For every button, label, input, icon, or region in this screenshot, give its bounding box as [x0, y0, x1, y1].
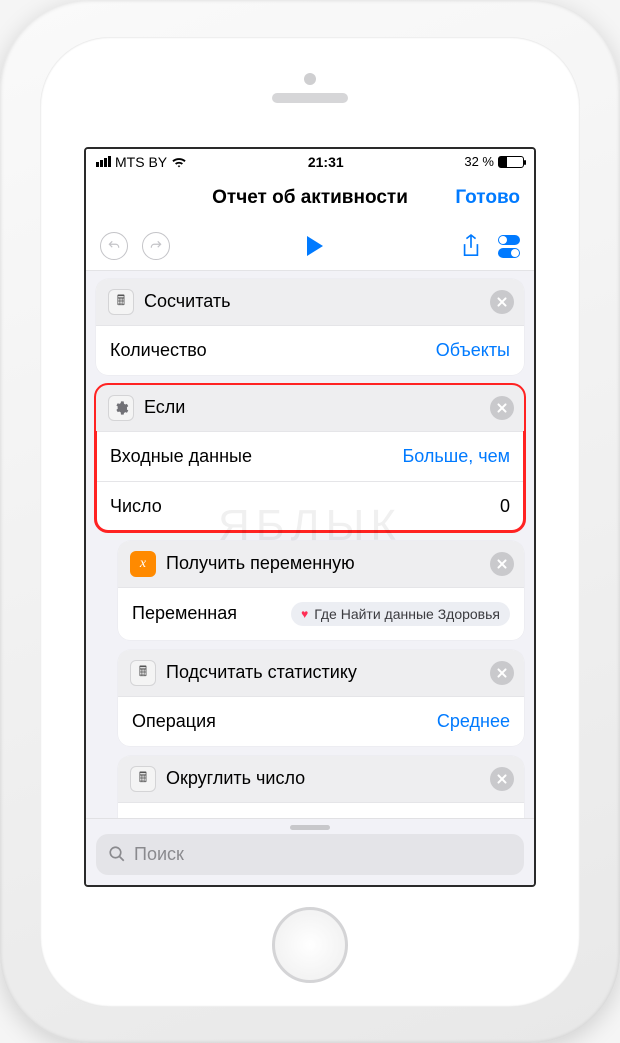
play-button[interactable] [307, 236, 323, 256]
toolbar [86, 223, 534, 271]
action-title: Получить переменную [166, 553, 355, 574]
param-label: Переменная [132, 603, 237, 624]
calculator-icon: 🖩 [130, 766, 156, 792]
front-camera [304, 73, 316, 85]
signal-icon [96, 156, 111, 167]
param-label: Число [110, 496, 162, 517]
drag-handle[interactable] [290, 825, 330, 830]
param-value[interactable]: Среднее [437, 711, 510, 732]
action-title: Если [144, 397, 185, 418]
battery-icon [498, 156, 524, 168]
settings-toggle-button[interactable] [498, 235, 520, 258]
page-title: Отчет об активности [212, 187, 408, 209]
heart-icon: ♥ [301, 607, 308, 621]
share-button[interactable] [460, 233, 482, 259]
undo-button[interactable] [100, 232, 128, 260]
param-label: Операция [132, 711, 216, 732]
delete-action-button[interactable] [490, 661, 514, 685]
speaker-grille [272, 93, 348, 103]
action-card-get-variable[interactable]: x Получить переменную Переменная ♥ Где На… [118, 541, 524, 640]
gear-icon [108, 395, 134, 421]
action-title: Округлить число [166, 768, 305, 789]
param-value[interactable]: Объекты [436, 340, 510, 361]
param-value[interactable]: 0 [500, 496, 510, 517]
search-input[interactable]: Поиск [96, 834, 524, 875]
action-card-count[interactable]: 🖩 Сосчитать Количество Объекты [96, 279, 524, 375]
param-value[interactable]: Цифры после запятой [324, 817, 510, 818]
carrier-label: MTS BY [115, 154, 167, 170]
status-bar: MTS BY 21:31 32 % [86, 149, 534, 175]
param-label: Количество [110, 340, 207, 361]
delete-action-button[interactable] [490, 290, 514, 314]
home-button[interactable] [272, 907, 348, 983]
action-title: Подсчитать статистику [166, 662, 357, 683]
variable-icon: x [130, 551, 156, 577]
action-card-statistics[interactable]: 🖩 Подсчитать статистику Операция Среднее [118, 650, 524, 746]
param-label: Округлить [132, 817, 217, 818]
bottom-sheet[interactable]: Поиск [86, 818, 534, 885]
nav-header: Отчет об активности Готово [86, 175, 534, 223]
search-icon [108, 845, 126, 863]
phone-chassis: MTS BY 21:31 32 % Отчет об активности Го… [0, 0, 620, 1043]
search-placeholder: Поиск [134, 844, 184, 865]
redo-button[interactable] [142, 232, 170, 260]
battery-percent: 32 % [464, 154, 494, 169]
status-left: MTS BY [96, 154, 187, 170]
delete-action-button[interactable] [490, 396, 514, 420]
screen: MTS BY 21:31 32 % Отчет об активности Го… [84, 147, 536, 887]
action-card-if[interactable]: Если Входные данные Больше, чем Число 0 [96, 385, 524, 531]
action-card-round[interactable]: 🖩 Округлить число Округлить Цифры после … [118, 756, 524, 818]
actions-list[interactable]: ЯБЛЫК 🖩 Сосчитать Количество Объекты [86, 271, 534, 818]
delete-action-button[interactable] [490, 767, 514, 791]
variable-token-label: Где Найти данные Здоровья [314, 606, 500, 622]
param-value[interactable]: Больше, чем [402, 446, 510, 467]
delete-action-button[interactable] [490, 552, 514, 576]
variable-token[interactable]: ♥ Где Найти данные Здоровья [291, 602, 510, 626]
clock: 21:31 [308, 154, 344, 170]
status-right: 32 % [464, 154, 524, 169]
wifi-icon [171, 156, 187, 168]
calculator-icon: 🖩 [108, 289, 134, 315]
action-title: Сосчитать [144, 291, 231, 312]
calculator-icon: 🖩 [130, 660, 156, 686]
phone-bezel: MTS BY 21:31 32 % Отчет об активности Го… [40, 37, 580, 1007]
done-button[interactable]: Готово [455, 187, 520, 209]
param-label: Входные данные [110, 446, 252, 467]
